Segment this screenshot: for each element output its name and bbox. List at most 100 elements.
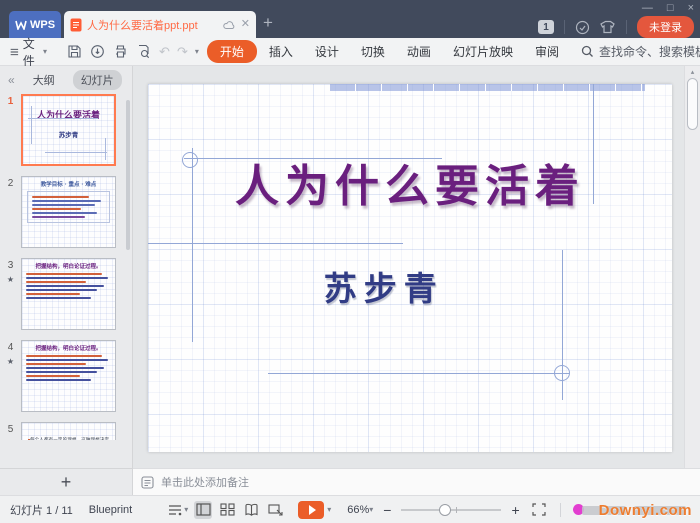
ribbon-tab-1[interactable]: 开始 [207,40,257,63]
ribbon-bar: 文件 ▾ ↶ ↷ ▾ 开始插入设计切换动画幻灯片放映审阅 [0,38,700,66]
print-icon[interactable] [113,44,129,60]
ribbon-tab-3[interactable]: 设计 [305,40,349,63]
file-menu[interactable]: 文件 ▾ [0,35,55,69]
zoom-slider-knob[interactable] [439,504,451,516]
redo-icon[interactable]: ↷ [177,44,188,60]
notes-bar[interactable]: 单击此处添加备注 [133,468,700,495]
print-preview-icon[interactable] [136,44,152,60]
login-button[interactable]: 未登录 [637,16,694,38]
ribbon-tab-7[interactable]: 审阅 [525,40,569,63]
wps-presentation-window: WPS 人为什么要活着ppt.ppt ✕ + — □ × 1 [0,0,700,523]
zoom-in-button[interactable]: + [511,502,519,518]
scrollbar-thumb[interactable] [687,78,698,130]
reading-view-icon[interactable] [242,501,260,519]
maximize-button[interactable]: □ [667,2,674,14]
presenter-view-icon[interactable] [266,501,284,519]
notes-icon [141,476,154,489]
window-controls: — □ × [642,2,694,14]
ribbon-tabs: 开始插入设计切换动画幻灯片放映审阅 [207,40,569,63]
skin-icon[interactable] [600,20,616,34]
slide-panel: « 大纲 幻灯片 1人为什么要活着苏步青2教学目标 · 重点 · 难点3★把握结… [0,66,133,468]
ribbon-tab-2[interactable]: 插入 [259,40,303,63]
watermark-text: Downyi.com [599,502,692,519]
scroll-up-icon[interactable]: ▴ [685,68,700,76]
ribbon-tab-5[interactable]: 动画 [397,40,441,63]
undo-icon[interactable]: ↶ [159,44,170,60]
wps-w-icon [15,20,27,30]
zoom-slider-track [401,509,501,511]
toolbar-expand-icon[interactable]: ▾ [195,47,199,56]
slide-1-canvas[interactable]: 人为什么要活着 苏步青 [148,84,672,452]
fit-to-window-icon[interactable] [532,503,546,516]
titlebar: WPS 人为什么要活着ppt.ppt ✕ + — □ × 1 [0,0,700,38]
export-pdf-icon[interactable] [90,44,106,60]
main-scrollbar[interactable]: ▴ [684,66,700,468]
theme-name[interactable]: Blueprint [89,504,132,516]
thumbnail-number-2: 2 [0,176,21,248]
notes-toggle-caret[interactable]: ▾ [184,505,188,514]
decor-top-strip [330,84,645,91]
save-icon[interactable] [67,44,83,60]
divider [564,20,565,34]
divider [560,503,561,517]
slide-panel-header: « 大纲 幻灯片 [0,66,132,94]
notes-toggle-icon[interactable] [166,501,184,519]
slide-thumbnail-1[interactable]: 人为什么要活着苏步青 [21,94,116,166]
command-search[interactable]: 查找命令、搜索模板 [581,43,700,60]
decor-hline-3 [268,373,570,374]
search-placeholder: 查找命令、搜索模板 [599,43,700,60]
document-tab[interactable]: 人为什么要活着ppt.ppt ✕ [64,11,256,38]
play-slideshow-button[interactable] [298,501,324,519]
close-button[interactable]: × [688,2,694,14]
divider [626,20,627,34]
file-menu-label: 文件 [23,35,39,69]
normal-view-icon[interactable] [194,501,212,519]
titlebar-right-group: 1 未登录 [538,16,694,38]
slide-thumbnail-4[interactable]: 把握结构，明白论证过程。 [21,340,116,412]
decor-circle-right [554,365,570,381]
slide-thumbnail-row-2: 2教学目标 · 重点 · 难点 [0,176,133,248]
slide-counter: 幻灯片 1 / 11 [10,502,73,518]
slide-thumbnail-5[interactable]: 每个人都有一定的理想，这种理想决定着他努力和判断的方向。就在这个意义上，我从来不… [21,422,116,440]
decor-hline-2 [148,243,403,244]
hamburger-icon [10,47,19,57]
slide-sorter-icon[interactable] [218,501,236,519]
slide-subtitle-text[interactable]: 苏步青 [148,262,620,310]
thumbnail-number-5: 5 [0,422,21,440]
zoom-slider[interactable] [401,503,501,517]
chevron-down-icon: ▾ [43,47,47,56]
cloud-sync-icon[interactable] [223,20,236,30]
add-slide-button[interactable]: + [61,473,72,491]
close-tab-icon[interactable]: ✕ [241,19,250,30]
quick-access-toolbar: ↶ ↷ ▾ [63,44,203,60]
zoom-caret[interactable]: ▾ [369,505,373,514]
tab-slides[interactable]: 幻灯片 [73,70,122,90]
animation-star-icon: ★ [0,357,21,366]
statusbar: 幻灯片 1 / 11 Blueprint ▾ ▾ 66% ▾ − + [0,495,700,523]
slide-title-text[interactable]: 人为什么要活着 [148,150,672,214]
thumbnail-list: 1人为什么要活着苏步青2教学目标 · 重点 · 难点3★把握结构，明白论证过程。… [0,94,133,440]
zoom-value[interactable]: 66% [347,504,369,516]
slide-thumbnail-row-3: 3★把握结构，明白论证过程。 [0,258,133,330]
sidebar-scrollbar[interactable] [126,100,130,250]
tab-outline[interactable]: 大纲 [25,70,63,90]
zoom-out-button[interactable]: − [383,502,391,518]
version-badge[interactable]: 1 [538,20,554,34]
zoom-slider-tick [456,507,457,513]
slide-thumbnail-row-5: 5每个人都有一定的理想，这种理想决定着他努力和判断的方向。就在这个意义上，我从来… [0,422,133,440]
slide-thumbnail-row-4: 4★把握结构，明白论证过程。 [0,340,133,412]
document-tab-title: 人为什么要活着ppt.ppt [87,17,218,33]
collapse-panel-icon[interactable]: « [8,73,15,87]
notes-placeholder: 单击此处添加备注 [161,474,249,490]
slide-thumbnail-2[interactable]: 教学目标 · 重点 · 难点 [21,176,116,248]
minimize-button[interactable]: — [642,2,653,14]
ribbon-tab-6[interactable]: 幻灯片放映 [443,40,523,63]
thumbnail-number-1: 1 [0,94,21,166]
slide-thumbnail-3[interactable]: 把握结构，明白论证过程。 [21,258,116,330]
wps-logo-label: WPS [30,19,55,31]
new-tab-button[interactable]: + [263,14,273,31]
play-options-caret[interactable]: ▾ [327,505,331,514]
member-center-icon[interactable] [575,20,590,35]
thumbnail-number-3: 3★ [0,258,21,330]
ribbon-tab-4[interactable]: 切换 [351,40,395,63]
